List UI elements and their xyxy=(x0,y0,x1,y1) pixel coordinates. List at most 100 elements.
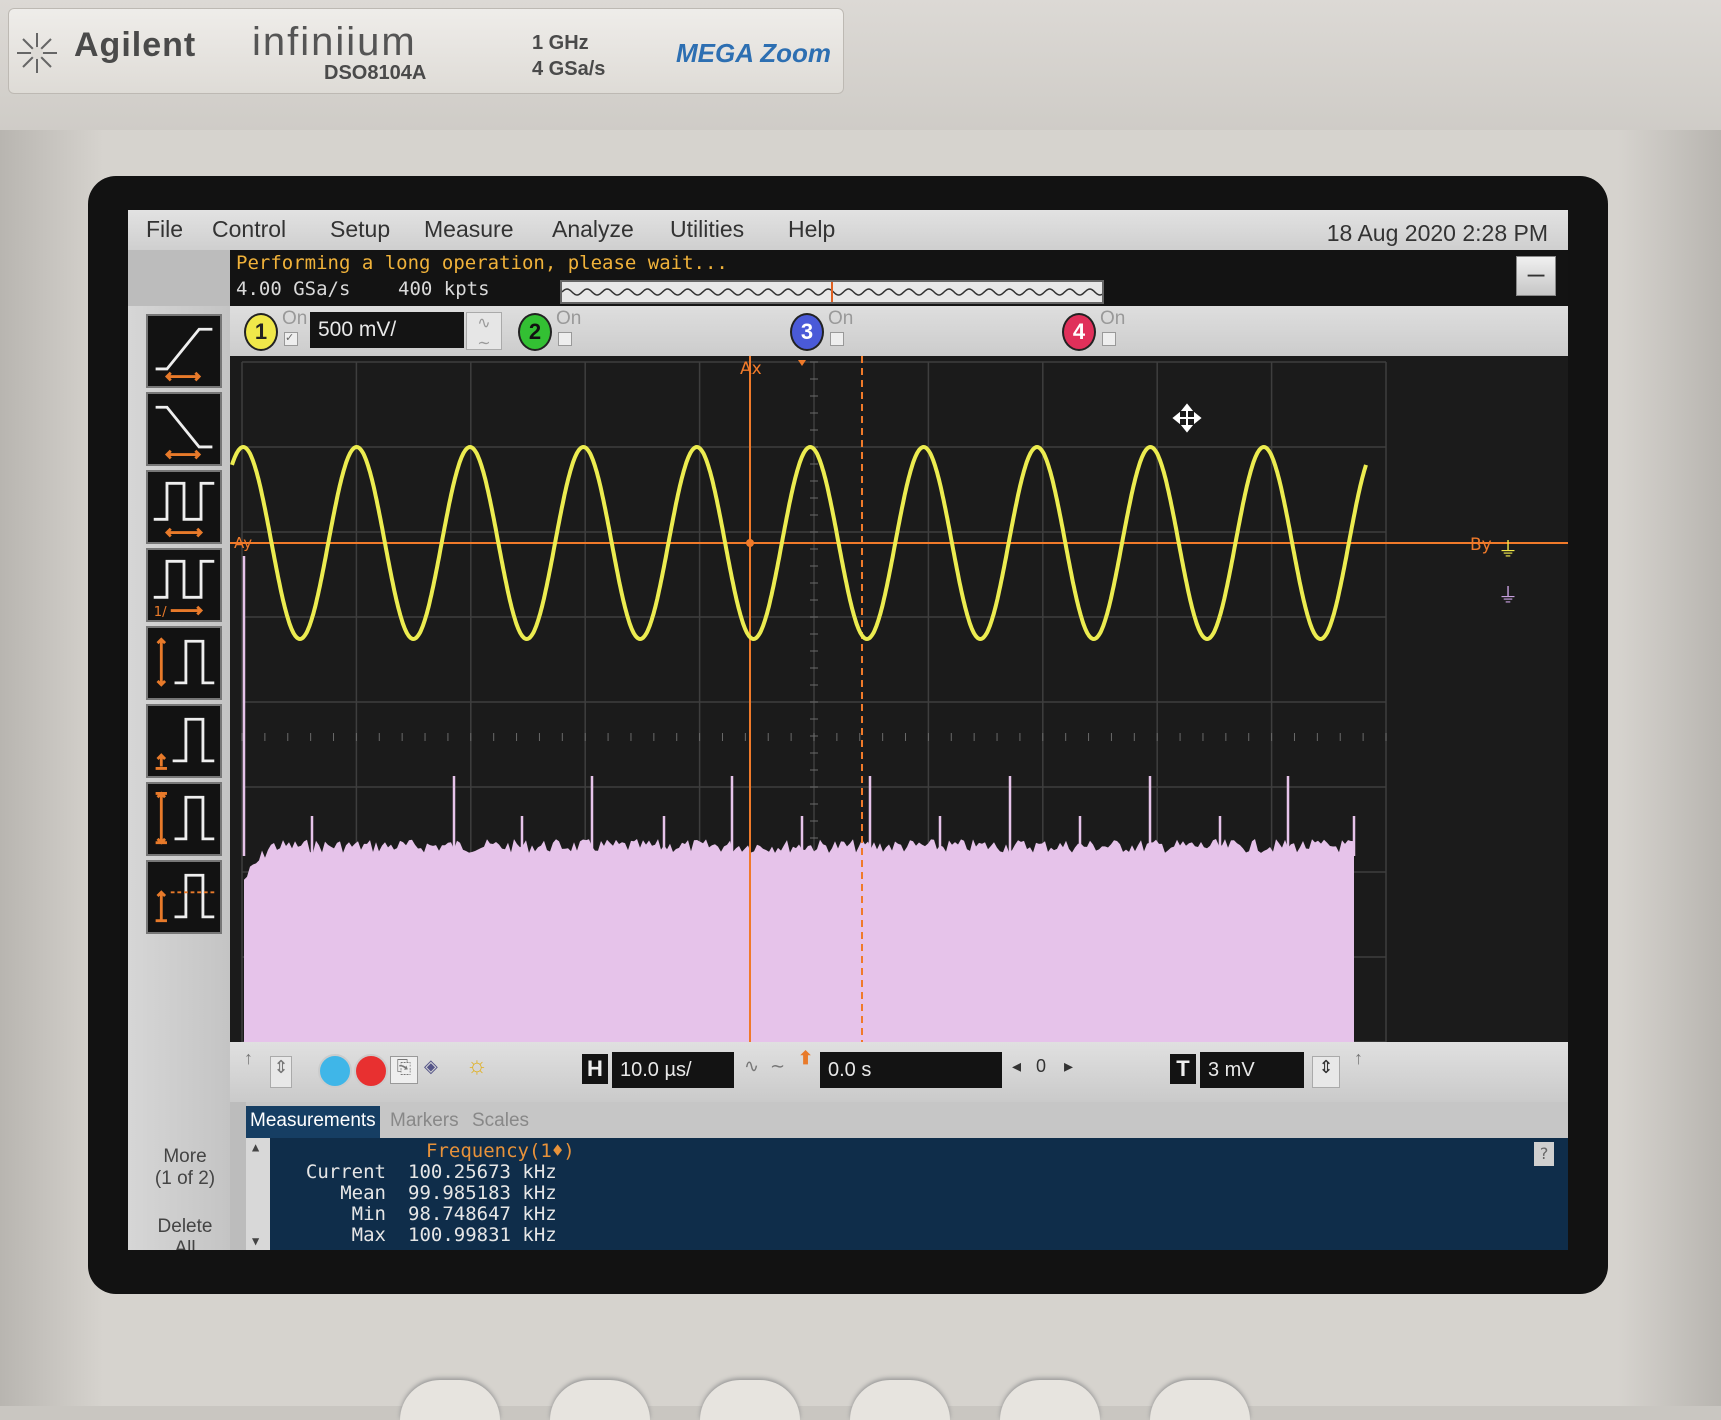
autoscale-icon[interactable]: ☼ xyxy=(466,1052,488,1080)
period-icon xyxy=(153,481,215,538)
softkey[interactable] xyxy=(850,1380,950,1420)
svg-text:⏚: ⏚ xyxy=(1498,537,1518,561)
trigger-edge-icon[interactable]: ↑ xyxy=(1354,1048,1363,1069)
help-button[interactable]: ? xyxy=(1534,1142,1554,1166)
cursor-ay-label: Ay xyxy=(234,534,252,552)
channel-4-on-label: On xyxy=(1100,308,1126,329)
channel-1-on-checkbox[interactable]: ✓ xyxy=(284,332,298,346)
channel-1-ground-marker-icon: ⏚ xyxy=(1498,537,1518,561)
scroll-up-arrow-icon[interactable]: ▲ xyxy=(252,1140,259,1154)
agilent-spark-logo xyxy=(17,33,57,73)
fall-time-icon xyxy=(155,405,213,460)
date-time: 18 Aug 2020 2:28 PM xyxy=(1326,220,1548,246)
channel-1-badge[interactable]: 1 xyxy=(244,313,278,351)
measurement-row: Min 98.748647 kHz xyxy=(246,1203,846,1226)
menu-setup[interactable]: Setup xyxy=(330,216,390,243)
svg-text:⏚: ⏚ xyxy=(1498,583,1518,607)
instrument-top-bezel: Agilent infiniium DSO8104A 1 GHz 4 GSa/s… xyxy=(0,0,1721,130)
trigger-level-spinner[interactable]: ⇕ xyxy=(1312,1056,1340,1088)
status-sample-rate: 4.00 GSa/s xyxy=(236,278,351,300)
peak-to-peak-icon xyxy=(155,791,215,845)
cursor-ax-label: Ax xyxy=(740,359,762,379)
menu-file[interactable]: File xyxy=(146,216,183,243)
tab-markers[interactable]: Markers xyxy=(386,1106,463,1138)
memory-overview-bar[interactable] xyxy=(560,280,1104,304)
horizontal-label[interactable]: H xyxy=(582,1054,608,1084)
softkey[interactable] xyxy=(1000,1380,1100,1420)
more-page: (1 of 2) xyxy=(154,1168,216,1189)
horizontal-ref-icon[interactable]: ∿ xyxy=(744,1056,759,1077)
scroll-up-icon[interactable]: ↑ xyxy=(244,1048,253,1069)
amplitude-icon xyxy=(156,637,215,687)
trigger-level-field[interactable]: 3 mV xyxy=(1200,1052,1304,1088)
average-icon xyxy=(155,873,215,923)
amplitude-button[interactable] xyxy=(146,626,222,700)
menu-measure[interactable]: Measure xyxy=(424,216,513,243)
delay-index: 0 xyxy=(1036,1056,1047,1076)
channel-2-on-checkbox[interactable] xyxy=(558,332,572,346)
spinner-button[interactable]: ⇕ xyxy=(270,1056,292,1088)
menu-utilities[interactable]: Utilities xyxy=(670,216,744,243)
channel-3-badge[interactable]: 3 xyxy=(790,313,824,351)
rise-time-button[interactable] xyxy=(146,314,222,388)
tab-scales[interactable]: Scales xyxy=(468,1106,533,1138)
measurement-row: Mean 99.985183 kHz xyxy=(246,1182,846,1205)
menu-help[interactable]: Help xyxy=(788,216,835,243)
softkey[interactable] xyxy=(550,1380,650,1420)
stop-button[interactable] xyxy=(354,1054,388,1088)
waveform-display[interactable]: Ax Ay By ⏚ ⏚ xyxy=(230,356,1568,1042)
measurement-value: 100.25673 kHz xyxy=(408,1161,557,1183)
channel-3-on-checkbox[interactable] xyxy=(830,332,844,346)
minimize-button[interactable]: – xyxy=(1516,256,1556,296)
menu-control[interactable]: Control xyxy=(212,216,286,243)
frequency-button[interactable]: 1/ xyxy=(146,548,222,622)
delay-right-arrow[interactable]: ▸ xyxy=(1064,1056,1073,1077)
brand-series: infiniium xyxy=(252,20,417,64)
fall-time-button[interactable] xyxy=(146,392,222,466)
delete-all-button[interactable]: Delete All xyxy=(146,1216,224,1250)
memory-overview-wave xyxy=(561,282,1103,302)
cursor-by-label: By xyxy=(1470,535,1492,555)
peak-to-peak-button[interactable] xyxy=(146,782,222,856)
trigger-label[interactable]: T xyxy=(1170,1054,1196,1084)
softkey[interactable] xyxy=(1150,1380,1250,1420)
delete-label-all: All xyxy=(174,1238,196,1250)
measurement-label: Max xyxy=(351,1224,386,1246)
measurement-results-panel: ▲ ▼ Frequency(1♦) Current 100.25673 kHz … xyxy=(246,1138,1568,1250)
menu-analyze[interactable]: Analyze xyxy=(552,216,634,243)
horizontal-scale-field[interactable]: 10.0 µs/ xyxy=(612,1052,734,1088)
brand-megazoom: MEGA Zoom xyxy=(676,38,832,68)
brand-bandwidth: 1 GHz xyxy=(532,32,589,54)
fft-spectrum-trace xyxy=(244,839,1354,1042)
cursor-intersection xyxy=(746,539,754,547)
oscilloscope-screen: File Control Setup Measure Analyze Utili… xyxy=(128,210,1568,1250)
tab-measurements[interactable]: Measurements xyxy=(246,1106,380,1138)
run-button[interactable] xyxy=(318,1054,352,1088)
horizontal-delay-field[interactable]: 0.0 s xyxy=(820,1052,1002,1088)
softkey[interactable] xyxy=(400,1380,500,1420)
horizontal-ref-icon-2[interactable]: ∼ xyxy=(770,1056,785,1077)
menu-bar: File Control Setup Measure Analyze Utili… xyxy=(128,210,1568,250)
average-button[interactable] xyxy=(146,860,222,934)
more-label: More xyxy=(163,1146,207,1167)
more-button[interactable]: More (1 of 2) xyxy=(146,1146,224,1208)
channel-2-badge[interactable]: 2 xyxy=(518,313,552,351)
measurement-toolbar: 1/ More (1 of 2) Delete All xyxy=(128,306,230,1250)
measurement-row: Max 100.99831 kHz xyxy=(246,1224,846,1247)
brand-plate: Agilent infiniium DSO8104A 1 GHz 4 GSa/s… xyxy=(8,8,844,94)
single-acquire-icon[interactable]: ⎘ xyxy=(390,1056,418,1084)
channel-1-scale[interactable]: 500 mV/ xyxy=(310,312,464,348)
status-memory-depth: 400 kpts xyxy=(398,278,490,300)
channel-4-on-checkbox[interactable] xyxy=(1102,332,1116,346)
top-level-button[interactable] xyxy=(146,704,222,778)
control-bar: ↑ ⇕ ⎘ ◈ ☼ H 10.0 µs/ ∿ ∼ ⬆ 0.0 s ◂ 0 ▸ T… xyxy=(230,1042,1568,1102)
channel-4-badge[interactable]: 4 xyxy=(1062,313,1096,351)
channel-1-coupling-button[interactable]: ∿ ∼ xyxy=(466,312,502,352)
base-level-icon xyxy=(155,717,215,770)
softkey[interactable] xyxy=(700,1380,800,1420)
clear-display-icon[interactable]: ◈ xyxy=(424,1056,438,1077)
period-button[interactable] xyxy=(146,470,222,544)
status-message: Performing a long operation, please wait… xyxy=(236,252,728,274)
measurement-tabs: Measurements Markers Scales xyxy=(246,1102,1568,1138)
delay-left-arrow[interactable]: ◂ xyxy=(1012,1056,1021,1077)
